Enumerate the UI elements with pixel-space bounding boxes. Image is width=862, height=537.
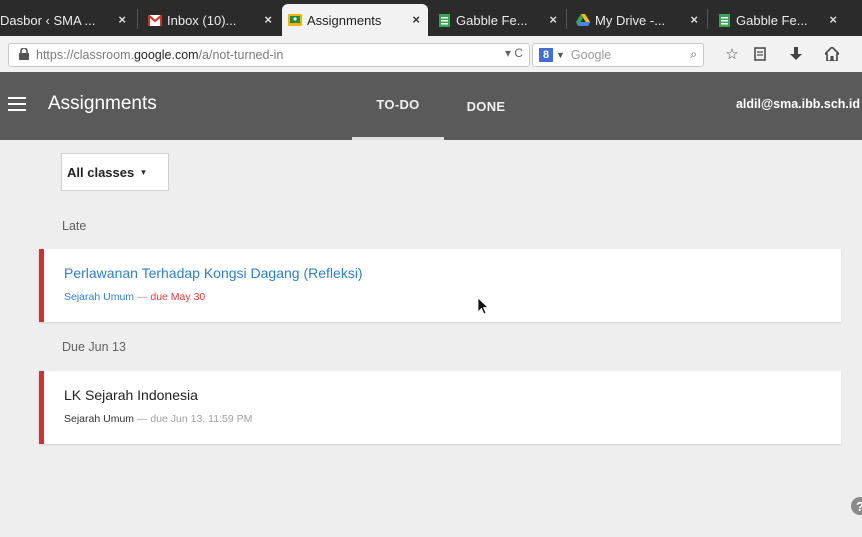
url-prefix: https://classroom. <box>36 48 134 62</box>
tab-label: My Drive -... <box>595 12 666 28</box>
assignment-card[interactable]: LK Sejarah Indonesia Sejarah Umum — due … <box>39 371 841 444</box>
sheets-icon <box>717 13 731 27</box>
section-label-due: Due Jun 13 <box>62 340 126 354</box>
browser-tab-strip: Dasbor ‹ SMA ... × Inbox (10)... × Assig… <box>0 0 862 36</box>
assignment-due: due May 30 <box>150 291 206 303</box>
assignment-card[interactable]: Perlawanan Terhadap Kongsi Dagang (Refle… <box>39 249 841 322</box>
assignment-title[interactable]: Perlawanan Terhadap Kongsi Dagang (Refle… <box>64 265 363 281</box>
url-path: /a/not-turned-in <box>198 48 284 62</box>
star-icon[interactable]: ☆ <box>722 44 742 64</box>
close-tab-icon[interactable]: × <box>412 12 420 27</box>
url-bar[interactable]: https://classroom. google.com/a/not-turne… <box>8 43 530 67</box>
chevron-down-icon: ▼ <box>556 50 565 60</box>
section-label-late: Late <box>62 219 87 233</box>
assignment-due: due Jun 13, 11:59 PM <box>150 413 253 425</box>
help-icon[interactable]: ? <box>851 497 862 515</box>
tab-label: Dasbor ‹ SMA ... <box>0 12 96 28</box>
chevron-down-icon: ▾ <box>141 166 146 177</box>
browser-tab-gabble-1[interactable]: Gabble Fe... × <box>431 4 565 36</box>
google-search-icon[interactable]: 8 <box>539 48 553 62</box>
class-filter-dropdown[interactable]: All classes ▾ <box>61 153 169 191</box>
gmail-icon <box>148 13 162 27</box>
reload-icon[interactable]: ▾ C <box>505 46 523 60</box>
tab-separator <box>137 9 138 29</box>
assignment-separator: — <box>136 291 148 303</box>
assignment-separator: — <box>136 413 148 425</box>
download-icon[interactable] <box>786 44 806 64</box>
sheets-icon <box>437 13 451 27</box>
browser-tab-dasbor[interactable]: Dasbor ‹ SMA ... × <box>0 4 134 36</box>
assignment-meta: Sejarah Umum — due May 30 <box>64 291 205 303</box>
home-icon[interactable] <box>822 44 842 64</box>
search-bar[interactable]: 8 ▼ Google ⌕ <box>532 43 704 67</box>
classroom-icon <box>288 13 302 27</box>
tab-to-do[interactable]: TO-DO <box>352 72 444 140</box>
tab-done[interactable]: DONE <box>446 72 526 140</box>
browser-nav-bar: https://classroom. google.com/a/not-turne… <box>0 36 862 73</box>
assignment-course: Sejarah Umum <box>64 291 135 303</box>
tab-label: Assignments <box>307 12 382 28</box>
browser-tab-assignments[interactable]: Assignments × <box>282 4 428 36</box>
close-tab-icon[interactable]: × <box>549 12 557 27</box>
search-input[interactable]: Google <box>571 48 611 62</box>
tab-label: Gabble Fe... <box>456 12 528 28</box>
menu-icon[interactable] <box>8 97 26 111</box>
close-tab-icon[interactable]: × <box>690 12 698 27</box>
assignment-meta: Sejarah Umum — due Jun 13, 11:59 PM <box>64 413 252 425</box>
account-email[interactable]: aldil@sma.ibb.sch.id <box>736 97 860 111</box>
tab-separator <box>566 9 567 29</box>
close-tab-icon[interactable]: × <box>118 12 126 27</box>
close-tab-icon[interactable]: × <box>829 12 837 27</box>
tab-label: Gabble Fe... <box>736 12 808 28</box>
browser-tab-my-drive[interactable]: My Drive -... × <box>570 4 706 36</box>
page-title: Assignments <box>48 93 157 114</box>
search-icon[interactable]: ⌕ <box>690 47 697 62</box>
assignment-course: Sejarah Umum <box>64 413 135 425</box>
close-tab-icon[interactable]: × <box>264 12 272 27</box>
bookmarks-icon[interactable] <box>750 44 770 64</box>
url-host: google.com <box>133 48 199 62</box>
tab-label: Inbox (10)... <box>167 12 237 28</box>
app-header: Assignments TO-DO DONE aldil@sma.ibb.sch… <box>0 72 862 140</box>
tab-separator <box>707 9 708 29</box>
browser-tab-gabble-2[interactable]: Gabble Fe... × <box>711 4 845 36</box>
mouse-cursor-icon <box>477 297 490 321</box>
assignment-title[interactable]: LK Sejarah Indonesia <box>64 387 198 403</box>
lock-icon <box>19 46 33 63</box>
class-filter-label: All classes <box>67 164 135 180</box>
browser-tab-inbox[interactable]: Inbox (10)... × <box>142 4 280 36</box>
drive-icon <box>576 13 590 27</box>
